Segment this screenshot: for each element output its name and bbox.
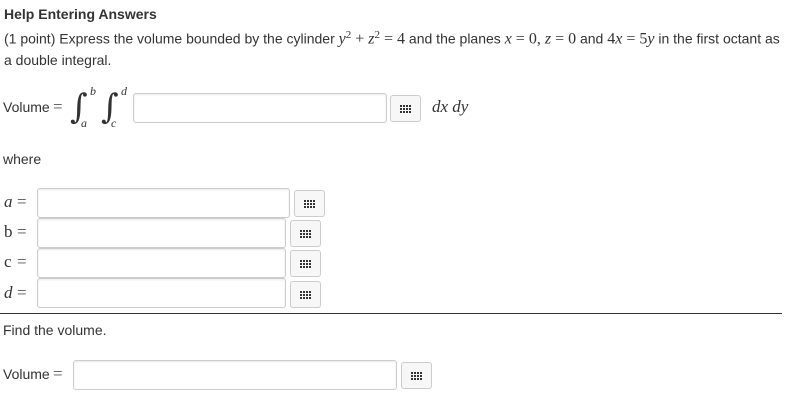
section-divider	[0, 313, 782, 314]
equals-sign: =	[53, 364, 63, 383]
limit-b-editor-button[interactable]	[290, 220, 321, 247]
find-volume-prompt: Find the volume.	[3, 322, 107, 338]
equals-zero: = 0,	[511, 30, 545, 48]
limit-a-var: a	[4, 192, 13, 211]
grid-keypad-icon	[300, 229, 311, 238]
equals-sign: =	[17, 192, 27, 211]
outer-upper-limit: b	[90, 84, 96, 98]
equals-sign: =	[53, 97, 63, 116]
limit-c-input[interactable]	[37, 248, 286, 278]
problem-text: and	[576, 30, 608, 47]
outer-lower-limit: a	[81, 116, 87, 130]
inner-upper-limit: d	[121, 84, 127, 98]
inner-lower-limit: c	[111, 116, 117, 130]
volume-answer-editor-button[interactable]	[401, 362, 432, 389]
grid-keypad-icon	[300, 290, 311, 299]
var-y: y	[338, 30, 346, 48]
differentials: dx dy	[432, 97, 469, 116]
equation-editor-button[interactable]	[390, 95, 421, 122]
limit-d-var: d	[4, 283, 13, 302]
limit-c-var: c	[4, 252, 12, 271]
problem-text: and the planes	[405, 30, 505, 47]
equals-four: = 4	[380, 30, 406, 48]
integrand-input[interactable]	[133, 93, 387, 123]
plus-sign: +	[351, 30, 369, 48]
volume-answer-label: Volume	[3, 366, 50, 382]
volume-answer-input[interactable]	[73, 360, 397, 390]
where-label: where	[3, 151, 42, 167]
limit-d-editor-button[interactable]	[290, 281, 321, 308]
limit-c-editor-button[interactable]	[290, 250, 321, 277]
equals-sign: =	[622, 30, 640, 48]
limit-b-var: b	[4, 222, 13, 241]
grid-keypad-icon	[400, 104, 411, 113]
limit-d-input[interactable]	[37, 278, 286, 308]
problem-statement: (1 point) Express the volume bounded by …	[4, 25, 784, 71]
problem-text: (1 point) Express the volume bounded by …	[4, 30, 339, 47]
help-entering-answers-link[interactable]: Help Entering Answers	[4, 6, 157, 22]
volume-label: Volume	[3, 99, 50, 115]
grid-keypad-icon	[300, 259, 311, 268]
equals-sign: =	[17, 222, 27, 241]
equals-zero: = 0	[551, 30, 577, 48]
grid-keypad-icon	[304, 199, 315, 208]
grid-keypad-icon	[411, 371, 422, 380]
limit-a-editor-button[interactable]	[294, 190, 325, 217]
limit-a-input[interactable]	[37, 188, 290, 218]
var-x: x	[504, 30, 512, 48]
equals-sign: =	[17, 252, 27, 271]
equals-sign: =	[17, 283, 27, 302]
limit-b-input[interactable]	[37, 218, 286, 248]
